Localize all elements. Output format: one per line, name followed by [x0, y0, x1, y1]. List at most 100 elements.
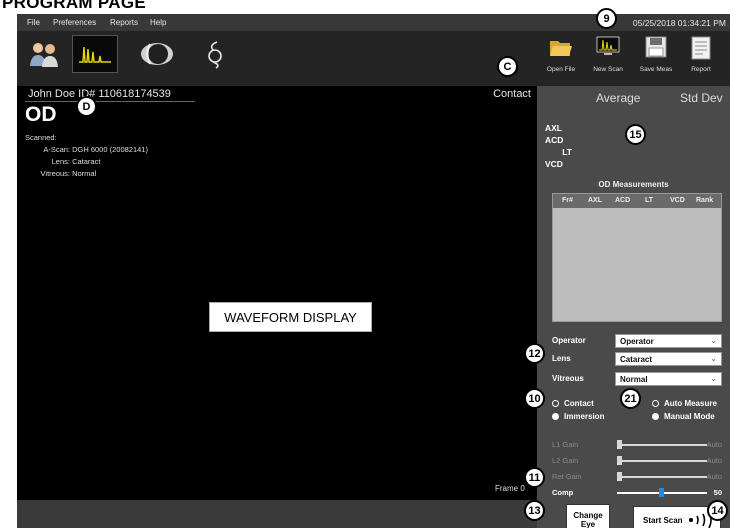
ret-gain-value: Auto [706, 472, 722, 481]
menu-preferences[interactable]: Preferences [53, 18, 96, 27]
ret-gain-thumb[interactable] [617, 472, 622, 481]
col-vcd: VCD [670, 197, 685, 204]
open-file-label: Open File [546, 66, 576, 73]
col-axl: AXL [588, 197, 602, 204]
new-scan-icon [596, 36, 620, 55]
report-icon [691, 36, 711, 60]
menu-reports[interactable]: Reports [110, 18, 138, 27]
change-eye-button[interactable]: Change Eye [566, 504, 610, 528]
menu-file[interactable]: File [27, 18, 40, 27]
comp-value: 50 [713, 488, 722, 497]
immersion-radio[interactable]: Immersion [552, 412, 604, 421]
vitreous-info-value: Normal [72, 169, 97, 178]
open-file-button[interactable]: Open File [541, 33, 581, 81]
ret-gain-slider[interactable] [617, 472, 707, 481]
waveform-icon [79, 46, 111, 63]
ascan-value: DGH 6000 (20082141) [72, 145, 148, 154]
scanned-label: Scanned: [25, 133, 57, 142]
manual-mode-radio-label: Manual Mode [664, 412, 715, 421]
l2-gain-value: Auto [706, 456, 722, 465]
auto-measure-radio[interactable]: Auto Measure [652, 399, 717, 408]
app-window: File Preferences Reports Help 05/25/2018… [17, 14, 730, 528]
page: PROGRAM PAGE File Preferences Reports He… [0, 0, 730, 528]
col-frame: Fr# [562, 197, 573, 204]
eye-scan-icon [141, 43, 173, 65]
lens-select[interactable]: Cataract ⌄ [615, 352, 722, 366]
waveform-area: John Doe ID# 110618174539 OD Scanned: A-… [17, 86, 537, 500]
patients-icon [30, 43, 58, 67]
lens-value: Cataract [620, 355, 653, 364]
iol-lens-icon [208, 41, 222, 69]
patient-divider [25, 101, 195, 102]
average-header: Average [596, 91, 641, 105]
manual-mode-radio[interactable]: Manual Mode [652, 412, 715, 421]
callout-13: 13 [524, 500, 545, 521]
ascan-row: A-Scan: DGH 6000 (20082141) [25, 145, 148, 154]
vitreous-select[interactable]: Normal ⌄ [615, 372, 722, 386]
auto-measure-radio-label: Auto Measure [664, 399, 717, 408]
lens-info-label: Lens: [51, 157, 70, 166]
contact-radio-label: Contact [564, 399, 594, 408]
l1-gain-label: L1 Gain [552, 440, 579, 449]
iol-mode-button[interactable] [197, 35, 233, 73]
new-scan-button[interactable]: New Scan [588, 33, 628, 81]
immersion-radio-indicator [552, 413, 559, 420]
lt-label: LT [562, 147, 572, 157]
callout-12: 12 [524, 343, 545, 364]
chevron-down-icon: ⌄ [710, 336, 717, 345]
start-scan-label: Start Scan [643, 515, 683, 525]
vcd-label: VCD [545, 159, 563, 169]
status-bar [17, 500, 537, 528]
ret-gain-label: Ret Gain [552, 472, 582, 481]
scanned-row: Scanned: [25, 133, 57, 142]
lens-row: Lens: Cataract [25, 157, 101, 166]
eye-label: OD [25, 103, 57, 126]
contact-radio[interactable]: Contact [552, 399, 594, 408]
l2-gain-slider[interactable] [617, 456, 707, 465]
patient-name-id: John Doe ID# 110618174539 [28, 88, 171, 100]
callout-15: 15 [625, 124, 646, 145]
page-heading: PROGRAM PAGE [2, 0, 147, 12]
menu-bar: File Preferences Reports Help 05/25/2018… [17, 14, 730, 31]
l1-gain-thumb[interactable] [617, 440, 622, 449]
operator-select[interactable]: Operator ⌄ [615, 334, 722, 348]
operator-label: Operator [552, 336, 586, 345]
comp-thumb[interactable] [659, 488, 664, 497]
patient-button[interactable] [21, 35, 67, 73]
measurements-table[interactable]: Fr# AXL ACD LT VCD Rank [552, 193, 722, 322]
l2-gain-thumb[interactable] [617, 456, 622, 465]
report-label: Report [691, 66, 711, 73]
manual-mode-radio-indicator [652, 413, 659, 420]
vitreous-label: Vitreous [552, 374, 584, 383]
datetime-readout: 05/25/2018 01:34:21 PM [632, 18, 726, 28]
measurements-title: OD Measurements [598, 180, 669, 189]
operator-value: Operator [620, 337, 654, 346]
contact-radio-indicator [552, 400, 559, 407]
bscan-mode-button[interactable] [134, 35, 180, 73]
waveform-display-label: WAVEFORM DISPLAY [209, 302, 372, 332]
callout-d: D [76, 96, 97, 117]
callout-14: 14 [707, 500, 728, 521]
callout-9: 9 [596, 8, 617, 29]
new-scan-label: New Scan [593, 66, 623, 73]
vitreous-value: Normal [620, 375, 648, 384]
acd-label: ACD [545, 135, 564, 145]
mode-indicator: Contact [493, 88, 531, 100]
menu-help[interactable]: Help [150, 18, 166, 27]
l1-gain-slider[interactable] [617, 440, 707, 449]
vitreous-row: Vitreous: Normal [25, 169, 97, 178]
frame-counter: Frame 0 [495, 484, 525, 493]
ascan-mode-button[interactable] [72, 35, 118, 73]
report-button[interactable]: Report [681, 33, 721, 81]
lens-label: Lens [552, 354, 571, 363]
vitreous-info-label: Vitreous: [40, 169, 70, 178]
callout-11: 11 [524, 467, 545, 488]
callout-10: 10 [524, 388, 545, 409]
comp-slider[interactable] [617, 488, 707, 497]
change-eye-label: Change Eye [573, 511, 603, 528]
l1-gain-value: Auto [706, 440, 722, 449]
save-meas-button[interactable]: Save Meas [636, 33, 676, 81]
chevron-down-icon: ⌄ [710, 374, 717, 383]
measurement-panel: Average Std Dev AXL ACD LT VCD OD Measur… [537, 86, 730, 528]
axl-label: AXL [545, 123, 562, 133]
